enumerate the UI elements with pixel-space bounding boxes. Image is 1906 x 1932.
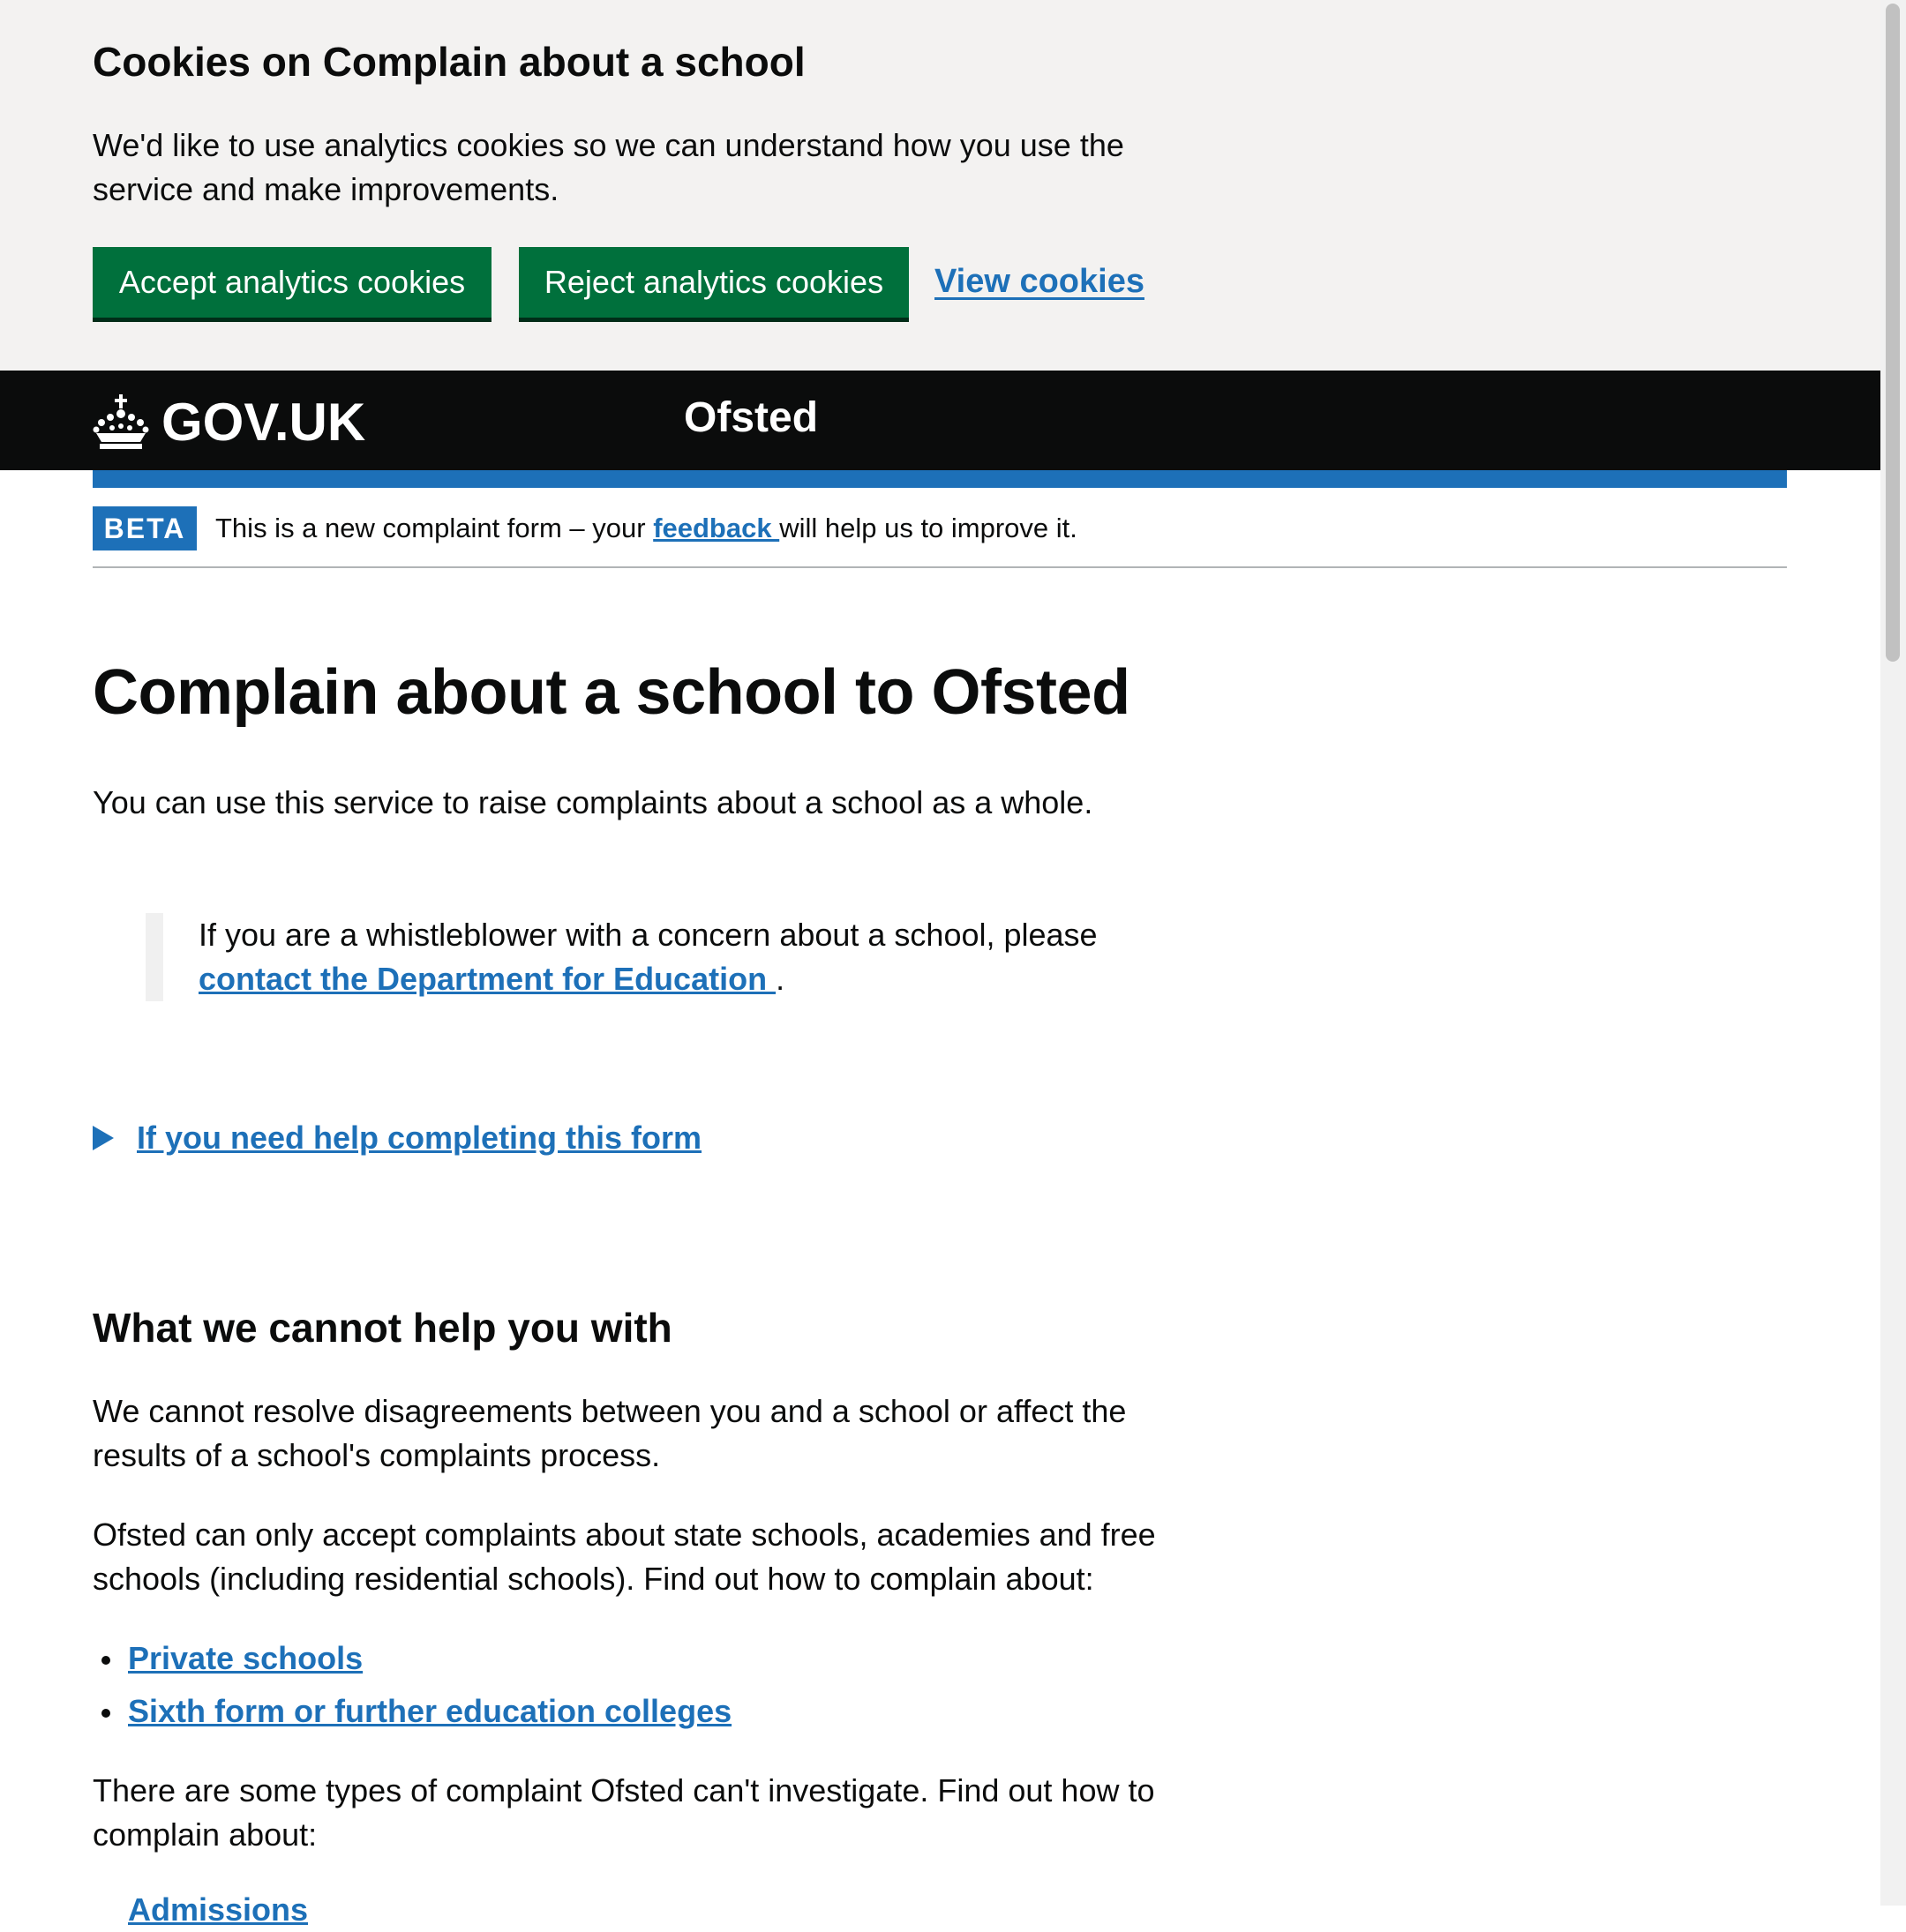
cannot-help-paragraph-1: We cannot resolve disagreements between …	[93, 1393, 1127, 1473]
phase-banner-text: This is a new complaint form – your feed…	[215, 508, 1077, 549]
sixth-form-colleges-link[interactable]: Sixth form or further education colleges	[128, 1693, 732, 1729]
intro-text: You can use this service to raise compla…	[93, 784, 1093, 820]
reject-cookies-button[interactable]: Reject analytics cookies	[519, 247, 909, 318]
cannot-help-heading: What we cannot help you with	[93, 1305, 672, 1351]
cannot-help-paragraph-3: There are some types of complaint Ofsted…	[93, 1772, 1155, 1853]
govuk-logo-link[interactable]: GOV.UK	[93, 392, 366, 452]
inset-text-end: .	[776, 961, 785, 997]
list-item: Sixth form or further education colleges	[93, 1689, 732, 1734]
feedback-link[interactable]: feedback	[653, 513, 779, 543]
service-name-link[interactable]: Ofsted	[684, 392, 818, 445]
help-details-summary[interactable]: If you need help completing this form	[137, 1116, 702, 1160]
whistleblower-inset: If you are a whistleblower with a concer…	[146, 913, 1204, 1001]
govuk-header: GOV.UK Ofsted	[0, 371, 1880, 470]
complain-elsewhere-list: Private schools Sixth form or further ed…	[93, 1636, 732, 1742]
cookie-banner-text: We'd like to use analytics cookies so we…	[93, 127, 1124, 207]
govuk-logo-text: GOV.UK	[161, 392, 366, 452]
list-item: Private schools	[93, 1636, 732, 1681]
accept-cookies-button[interactable]: Accept analytics cookies	[93, 247, 492, 318]
beta-tag: BETA	[93, 506, 197, 550]
help-details[interactable]: If you need help completing this form	[93, 1116, 702, 1160]
crown-icon	[93, 394, 149, 449]
phase-text-before: This is a new complaint form – your	[215, 513, 654, 543]
admissions-link[interactable]: Admissions	[128, 1891, 308, 1928]
scrollbar[interactable]	[1880, 0, 1906, 1906]
scrollbar-thumb[interactable]	[1886, 4, 1900, 662]
phase-banner: BETA This is a new complaint form – your…	[93, 488, 1787, 568]
list-item: Admissions	[93, 1888, 308, 1932]
cookie-banner-title: Cookies on Complain about a school	[93, 39, 806, 85]
cannot-help-paragraph-2: Ofsted can only accept complaints about …	[93, 1516, 1156, 1597]
phase-text-after: will help us to improve it.	[779, 513, 1077, 543]
cookie-banner: Cookies on Complain about a school We'd …	[0, 0, 1880, 371]
page-title: Complain about a school to Ofsted	[93, 657, 1130, 728]
contact-dfe-link[interactable]: contact the Department for Education	[199, 961, 776, 997]
inset-text-body: If you are a whistleblower with a concer…	[199, 917, 1098, 953]
inset-text: If you are a whistleblower with a concer…	[199, 913, 1213, 1001]
view-cookies-link[interactable]: View cookies	[934, 258, 1144, 305]
private-schools-link[interactable]: Private schools	[128, 1640, 363, 1676]
header-blue-bar	[93, 470, 1787, 488]
disclosure-triangle-icon[interactable]	[93, 1126, 114, 1150]
